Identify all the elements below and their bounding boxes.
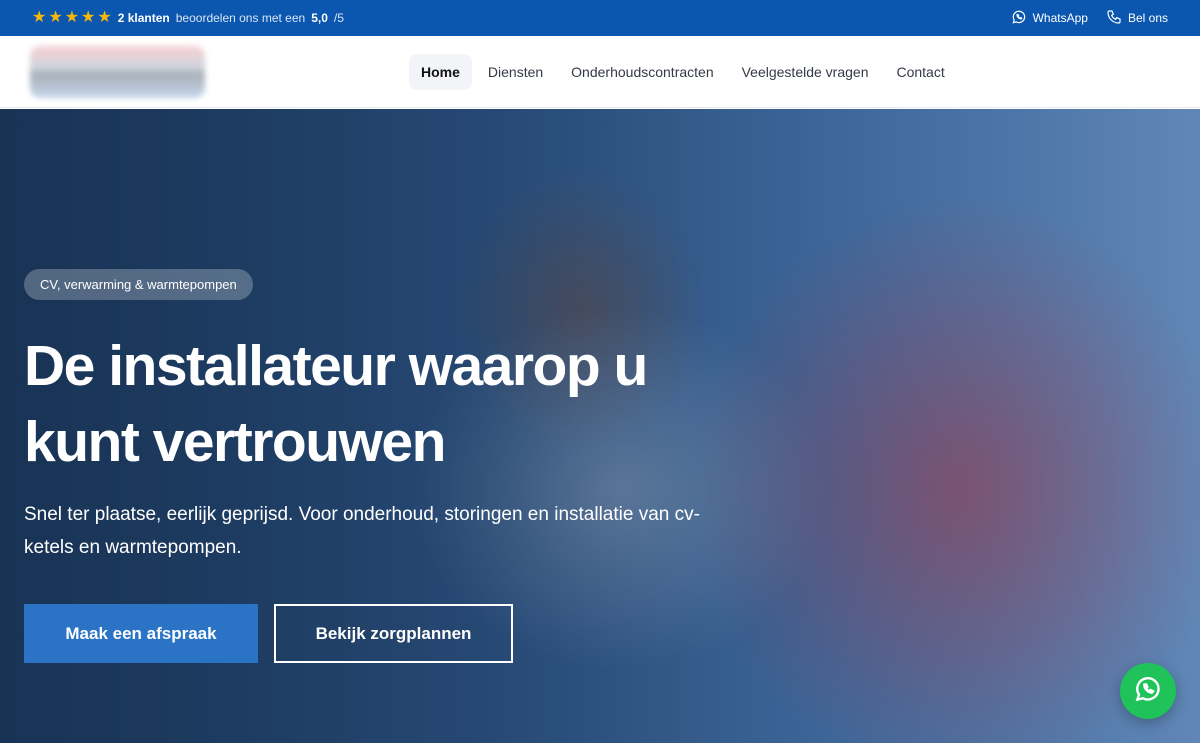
- star-icon: ★: [64, 9, 80, 26]
- call-link[interactable]: Bel ons: [1106, 9, 1168, 28]
- phone-icon: [1106, 9, 1122, 28]
- nav-item-home[interactable]: Home: [409, 54, 472, 90]
- hero-tag: CV, verwarming & warmtepompen: [24, 269, 253, 300]
- site-header: Home Diensten Onderhoudscontracten Veelg…: [0, 36, 1200, 108]
- hero-subtitle: Snel ter plaatse, eerlijk geprijsd. Voor…: [24, 504, 700, 558]
- whatsapp-chat-button[interactable]: [1120, 663, 1176, 719]
- review-score: 5,0: [311, 11, 328, 25]
- top-contact-links: WhatsApp Bel ons: [1011, 9, 1168, 28]
- nav-item-diensten[interactable]: Diensten: [476, 54, 555, 90]
- review-text: beoordelen ons met een: [175, 11, 306, 25]
- review-score-max: /5: [333, 11, 344, 25]
- make-appointment-button[interactable]: Maak een afspraak: [24, 604, 258, 663]
- main-nav: Home Diensten Onderhoudscontracten Veelg…: [409, 54, 961, 90]
- whatsapp-link[interactable]: WhatsApp: [1011, 9, 1088, 28]
- star-icon: ★: [32, 9, 47, 26]
- view-care-plans-button[interactable]: Bekijk zorgplannen: [274, 604, 513, 663]
- whatsapp-icon: [1133, 674, 1163, 709]
- review-count: 2 klanten: [117, 11, 170, 25]
- hero-cta-row: Maak een afspraak Bekijk zorgplannen: [24, 604, 724, 663]
- nav-item-contact[interactable]: Contact: [884, 54, 956, 90]
- call-link-label: Bel ons: [1127, 11, 1168, 25]
- company-logo[interactable]: [30, 46, 205, 98]
- star-icon: ★: [48, 9, 63, 26]
- nav-item-faq[interactable]: Veelgestelde vragen: [730, 54, 881, 90]
- whatsapp-link-label: WhatsApp: [1032, 11, 1088, 25]
- top-bar: ★ ★ ★ ★ ★ 2 klanten beoordelen ons met e…: [0, 0, 1200, 36]
- nav-item-onderhoudscontracten[interactable]: Onderhoudscontracten: [559, 54, 725, 90]
- hero-content: CV, verwarming & warmtepompen De install…: [24, 269, 724, 663]
- star-icon: ★: [97, 9, 112, 26]
- star-rating: ★ ★ ★ ★ ★: [32, 10, 112, 26]
- hero-section: CV, verwarming & warmtepompen De install…: [0, 109, 1200, 743]
- star-icon: ★: [81, 9, 96, 26]
- rating-summary: ★ ★ ★ ★ ★ 2 klanten beoordelen ons met e…: [32, 10, 344, 26]
- whatsapp-icon: [1011, 9, 1027, 28]
- hero-headline: De installateur waarop u kunt vertrouwen: [24, 334, 648, 474]
